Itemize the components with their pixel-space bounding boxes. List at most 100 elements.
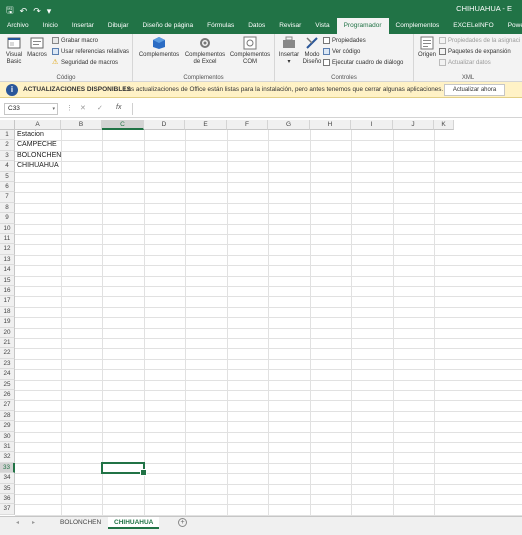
sheet-tab-bolonchen[interactable]: BOLONCHEN [54,517,107,529]
column-header-d[interactable]: D [144,120,185,130]
row-header-14[interactable]: 14 [0,265,15,276]
save-icon[interactable]: 🖫 [6,3,14,19]
row-header-20[interactable]: 20 [0,327,15,338]
row-header-37[interactable]: 37 [0,504,15,515]
ribbon-tab-2[interactable]: Insertar [65,18,101,34]
row-header-12[interactable]: 12 [0,244,15,255]
ribbon-tab-9[interactable]: Programador [336,18,389,34]
row-header-31[interactable]: 31 [0,442,15,453]
ribbon-tab-4[interactable]: Diseño de página [136,18,201,34]
row-header-15[interactable]: 15 [0,275,15,286]
row-header-23[interactable]: 23 [0,358,15,370]
row-header-9[interactable]: 9 [0,213,15,224]
row-header-36[interactable]: 36 [0,494,15,505]
row-header-7[interactable]: 7 [0,192,15,203]
row-header-10[interactable]: 10 [0,223,15,234]
row-header-28[interactable]: 28 [0,410,15,422]
row-header-30[interactable]: 30 [0,431,15,442]
row-header-22[interactable]: 22 [0,348,15,359]
row-header-16[interactable]: 16 [0,286,15,297]
selected-cell[interactable] [101,461,147,477]
origen-button[interactable]: Origen [416,36,438,59]
row-header-13[interactable]: 13 [0,254,15,266]
column-header-g[interactable]: G [268,120,310,130]
row-header-26[interactable]: 26 [0,390,15,401]
sheet-tab-chihuahua[interactable]: CHIHUAHUA [108,517,160,529]
column-header-c[interactable]: C [102,120,144,130]
column-header-j[interactable]: J [393,120,434,130]
cancel-icon[interactable]: ✕ [80,104,86,112]
row-header-18[interactable]: 18 [0,306,15,318]
cell-a2[interactable]: CAMPECHE [17,140,57,150]
propiedades-button[interactable]: Propiedades [323,37,366,44]
complementos-button[interactable]: Complementos [137,36,181,59]
row-header-25[interactable]: 25 [0,379,15,390]
row-header-17[interactable]: 17 [0,296,15,307]
macros-button[interactable]: Macros [26,36,48,59]
row-header-35[interactable]: 35 [0,483,15,494]
row-header-11[interactable]: 11 [0,234,15,245]
ribbon-tab-10[interactable]: Complementos [389,18,447,34]
ribbon-tab-8[interactable]: Vista [308,18,336,34]
column-header-k[interactable]: K [434,120,454,130]
row-header-6[interactable]: 6 [0,182,15,193]
complementos-com-button[interactable]: Complementos COM [229,36,271,66]
row-header-29[interactable]: 29 [0,421,15,432]
redo-icon[interactable]: ↷ [33,6,41,17]
row-header-21[interactable]: 21 [0,338,15,349]
row-header-27[interactable]: 27 [0,400,15,411]
chevron-down-icon[interactable]: ▾ [52,104,55,114]
ribbon-tab-0[interactable]: Archivo [0,18,36,34]
row-header-2[interactable]: 2 [0,140,15,151]
formula-input[interactable] [132,103,518,115]
ribbon-tab-5[interactable]: Fórmulas [200,18,241,34]
enter-icon[interactable]: ✓ [97,104,103,112]
ribbon-tab-7[interactable]: Revisar [272,18,308,34]
ver-codigo-button[interactable]: Ver código [323,48,360,55]
row-header-4[interactable]: 4 [0,161,15,172]
row-header-3[interactable]: 3 [0,150,15,162]
seguridad-macros-button[interactable]: ⚠ Seguridad de macros [52,59,118,66]
ribbon-tab-1[interactable]: Inicio [36,18,65,34]
column-header-b[interactable]: B [61,120,102,130]
select-all-corner[interactable] [0,120,15,130]
complementos-excel-button[interactable]: Complementos de Excel [183,36,227,66]
ribbon-tab-12[interactable]: Power P [501,18,522,34]
insertar-control-button[interactable]: Insertar ▾ [277,36,301,66]
row-header-1[interactable]: 1 [0,130,15,141]
grabar-macro-button[interactable]: Grabar macro [52,37,98,44]
visual-basic-button[interactable]: Visual Basic [4,36,24,66]
cell-a3[interactable]: BOLONCHEN [17,151,61,161]
propiedades-asignacion-button[interactable]: Propiedades de la asignaci [439,37,520,44]
ejecutar-cuadro-button[interactable]: Ejecutar cuadro de diálogo [323,59,403,66]
column-header-i[interactable]: I [351,120,393,130]
ribbon-tab-3[interactable]: Dibujar [101,18,136,34]
cell-a4[interactable]: CHIHUAHUA [17,161,59,171]
column-header-f[interactable]: F [227,120,268,130]
row-header-5[interactable]: 5 [0,171,15,182]
undo-icon[interactable]: ↶ [20,6,28,17]
actualizar-datos-button[interactable]: Actualizar datos [439,59,491,66]
row-header-8[interactable]: 8 [0,202,15,214]
row-header-33[interactable]: 33 [0,462,15,474]
paquetes-expansion-button[interactable]: Paquetes de expansión [439,48,511,55]
row-header-32[interactable]: 32 [0,452,15,463]
column-header-h[interactable]: H [310,120,351,130]
ribbon-tab-11[interactable]: EXCELeINFO [446,18,500,34]
name-box[interactable]: C33 ▾ [4,103,58,115]
update-now-button[interactable]: Actualizar ahora [444,84,505,96]
ribbon-tab-6[interactable]: Datos [241,18,272,34]
modo-diseno-button[interactable]: Modo Diseño [302,36,322,66]
row-header-34[interactable]: 34 [0,473,15,484]
worksheet-grid[interactable]: A B C D E F G H I J K 1 2 3 4 5 6 7 8 9 10 11 12 13 14 15 16 17 18 19… [0,120,522,516]
row-header-24[interactable]: 24 [0,369,15,380]
cell-a1[interactable]: Estacion [17,130,44,140]
scroll-left-icon[interactable]: ◂ [16,519,19,526]
column-header-a[interactable]: A [15,120,61,130]
scroll-right-icon[interactable]: ▸ [32,519,35,526]
row-header-19[interactable]: 19 [0,317,15,328]
column-header-e[interactable]: E [185,120,227,130]
insert-function-icon[interactable]: fx [116,104,121,111]
customize-qat-icon[interactable]: ▾ [47,6,52,17]
usar-referencias-button[interactable]: Usar referencias relativas [52,48,129,55]
